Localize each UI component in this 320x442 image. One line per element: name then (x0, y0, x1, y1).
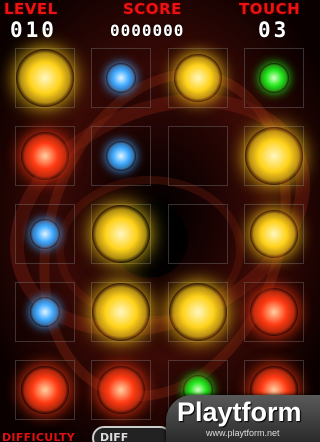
score-label: SCORE (123, 0, 182, 18)
yellow-orb (245, 127, 303, 185)
red-orb (21, 132, 69, 180)
blue-orb (106, 63, 136, 93)
grid-cell[interactable] (168, 282, 228, 342)
watermark-logo: Playtform (177, 397, 302, 427)
level-value: 010 (10, 18, 57, 42)
grid-cell[interactable] (91, 360, 151, 420)
yellow-orb (250, 210, 298, 258)
touch-value: 03 (258, 18, 290, 42)
grid-cell[interactable] (91, 204, 151, 264)
watermark-url: www.playtform.net (206, 428, 280, 438)
grid-cell[interactable] (244, 282, 304, 342)
grid-cell[interactable] (244, 204, 304, 264)
blue-orb (30, 297, 60, 327)
grid-cell[interactable] (168, 204, 228, 264)
grid-cell[interactable] (244, 126, 304, 186)
red-orb (97, 366, 145, 414)
grid-cell[interactable] (15, 360, 75, 420)
yellow-orb (169, 283, 227, 341)
watermark-badge: Playtform www.playtform.net (166, 395, 320, 442)
grid-cell[interactable] (91, 126, 151, 186)
blue-orb (30, 219, 60, 249)
grid-cell[interactable] (15, 126, 75, 186)
red-orb (250, 288, 298, 336)
grid-cell[interactable] (15, 204, 75, 264)
level-label: LEVEL (4, 0, 58, 18)
grid-cell[interactable] (168, 126, 228, 186)
difficulty-label: DIFFICULTY (2, 431, 76, 442)
green-orb (259, 63, 289, 93)
grid-cell[interactable] (15, 282, 75, 342)
touch-label: TOUCH (239, 0, 301, 18)
difficulty-button[interactable]: DIFF (92, 426, 172, 442)
grid-cell[interactable] (91, 282, 151, 342)
yellow-orb (16, 49, 74, 107)
score-value: 0000000 (110, 21, 185, 40)
grid-cell[interactable] (168, 48, 228, 108)
blue-orb (106, 141, 136, 171)
grid-cell[interactable] (244, 48, 304, 108)
yellow-orb (92, 283, 150, 341)
grid-cell[interactable] (15, 48, 75, 108)
red-orb (21, 366, 69, 414)
yellow-orb (174, 54, 222, 102)
yellow-orb (92, 205, 150, 263)
grid-cell[interactable] (91, 48, 151, 108)
game-screen: LEVEL 010 SCORE 0000000 TOUCH 03 DIFFICU… (0, 0, 320, 442)
